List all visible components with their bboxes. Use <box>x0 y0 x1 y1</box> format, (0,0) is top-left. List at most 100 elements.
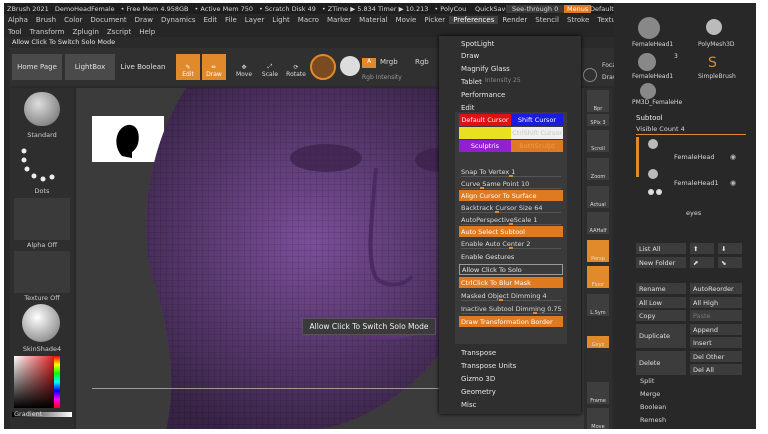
home-page-button[interactable]: Home Page <box>12 54 62 80</box>
scroll-button[interactable]: Scroll <box>587 130 609 152</box>
option-allow-click-to-solo[interactable]: Allow Click To Solo <box>459 264 563 275</box>
femalehead-thumb-icon[interactable] <box>638 17 660 39</box>
split-button[interactable]: Split <box>640 377 654 385</box>
scale-mode-button[interactable]: ⤢ Scale <box>258 54 282 80</box>
texture-slot[interactable] <box>14 251 70 293</box>
option-enable-gestures[interactable]: Enable Gestures <box>459 251 563 262</box>
alt-cursor-color[interactable]: Alt Cursor <box>459 127 511 139</box>
eye-icon-2[interactable]: ◉ <box>730 179 736 187</box>
option-draw-transformation-border[interactable]: Draw Transformation Border <box>459 316 563 327</box>
eye-icon[interactable]: ◉ <box>730 153 736 161</box>
slider-knob[interactable] <box>509 247 513 249</box>
arrow-down-button[interactable]: ⬊ <box>718 257 742 268</box>
bothsculpt-cursor-color[interactable]: BothSculpt <box>511 140 563 152</box>
color-picker[interactable] <box>14 356 54 408</box>
menu-file[interactable]: File <box>221 16 241 24</box>
aahalf-button[interactable]: AAHalf <box>587 212 609 234</box>
focal-icon[interactable] <box>583 68 597 82</box>
move-mode-button[interactable]: ✥ Move <box>232 54 256 80</box>
menu-edit[interactable]: Edit <box>199 16 221 24</box>
option-ctrlclick-to-blur-mask[interactable]: CtrlClick To Blur Mask <box>459 277 563 288</box>
persp-button[interactable]: Persp <box>587 240 609 262</box>
option-inactive-subtool-dimming-0-75[interactable]: Inactive Subtool Dimming 0.75 <box>459 303 563 314</box>
new-folder-button[interactable]: New Folder <box>636 257 686 268</box>
pref-draw[interactable]: Draw <box>439 50 581 61</box>
slider-knob[interactable] <box>509 223 513 225</box>
option-enable-auto-center-2[interactable]: Enable Auto Center 2 <box>459 238 563 249</box>
bpr-button[interactable]: Bpr <box>587 90 609 112</box>
arrow-up-button[interactable]: ⬈ <box>690 257 714 268</box>
visible-count[interactable]: Visible Count 4 <box>636 125 685 133</box>
ctrlshift-cursor-color[interactable]: CtrlShift Cursor <box>511 127 563 139</box>
slider-knob[interactable] <box>480 187 485 189</box>
spix-slider[interactable]: SPix 3 <box>587 114 609 126</box>
option-align-cursor-to-surface[interactable]: Align Cursor To Surface <box>459 190 563 201</box>
del-all-button[interactable]: Del All <box>690 364 742 375</box>
default-cursor-color[interactable]: Default Cursor <box>459 114 511 126</box>
stroke-slot[interactable] <box>14 143 70 185</box>
brush-slot[interactable] <box>14 90 70 128</box>
slider-knob[interactable] <box>509 175 513 177</box>
menu-alpha[interactable]: Alpha <box>4 16 32 24</box>
menu-transform[interactable]: Transform <box>26 28 69 36</box>
zoom-button[interactable]: Zoom <box>587 158 609 180</box>
menu-preferences[interactable]: Preferences <box>449 16 499 24</box>
pref-transpose[interactable]: Transpose <box>439 347 581 358</box>
menu-marker[interactable]: Marker <box>323 16 355 24</box>
gxyz-button[interactable]: Gxyz <box>587 336 609 348</box>
frame-button[interactable]: Frame <box>587 382 609 404</box>
menu-tool[interactable]: Tool <box>4 28 26 36</box>
material-sphere-icon[interactable] <box>310 54 336 80</box>
a-button[interactable]: A <box>362 58 376 68</box>
move-view-button[interactable]: Move <box>587 408 609 429</box>
option-autoperspectivescale-1[interactable]: AutoPerspectiveScale 1 <box>459 214 563 225</box>
menu-zplugin[interactable]: Zplugin <box>68 28 102 36</box>
option-curve-same-point-10[interactable]: Curve Same Point 10 <box>459 178 563 189</box>
live-boolean-button[interactable]: Live Boolean <box>118 54 168 80</box>
pref-magnify-glass[interactable]: Magnify Glass <box>439 63 581 74</box>
actual-button[interactable]: Actual <box>587 186 609 208</box>
edit-mode-button[interactable]: ✎ Edit <box>176 54 200 80</box>
menu-document[interactable]: Document <box>86 16 130 24</box>
menu-material[interactable]: Material <box>355 16 391 24</box>
floor-button[interactable]: Floor <box>587 266 609 288</box>
slider-knob[interactable] <box>494 211 499 213</box>
pref-performance[interactable]: Performance <box>439 89 581 100</box>
autoreorder-button[interactable]: AutoReorder <box>690 283 742 294</box>
menu-stencil[interactable]: Stencil <box>531 16 563 24</box>
femalehead-thumb2-icon[interactable] <box>638 53 656 71</box>
slider-knob[interactable] <box>533 312 537 314</box>
append-button[interactable]: Append <box>690 324 742 335</box>
menu-light[interactable]: Light <box>268 16 293 24</box>
copy-button[interactable]: Copy <box>636 310 686 321</box>
menu-picker[interactable]: Picker <box>420 16 449 24</box>
rotate-mode-button[interactable]: ⟳ Rotate <box>284 54 308 80</box>
boolean-button[interactable]: Boolean <box>640 403 666 411</box>
remesh-button[interactable]: Remesh <box>640 416 666 424</box>
duplicate-button[interactable]: Duplicate <box>636 324 686 348</box>
draw-mode-button[interactable]: ✏ Draw <box>202 54 226 80</box>
paste-button[interactable]: Paste <box>690 310 742 321</box>
shift-cursor-color[interactable]: Shift Cursor <box>511 114 563 126</box>
all-high-button[interactable]: All High <box>690 297 742 308</box>
menu-draw[interactable]: Draw <box>131 16 157 24</box>
femalehead-subtool-icon[interactable] <box>648 139 658 149</box>
pref-geometry[interactable]: Geometry <box>439 386 581 397</box>
lightbox-button[interactable]: LightBox <box>65 54 115 80</box>
pref-spotlight[interactable]: SpotLight <box>439 38 581 49</box>
subtool-eyes[interactable]: eyes <box>686 209 701 217</box>
lsym-button[interactable]: L.Sym <box>587 294 609 316</box>
hue-strip[interactable] <box>54 356 60 408</box>
menu-color[interactable]: Color <box>60 16 86 24</box>
eyes-subtool-icon[interactable] <box>648 189 666 197</box>
menu-help[interactable]: Help <box>135 28 159 36</box>
menu-movie[interactable]: Movie <box>392 16 421 24</box>
pref-transpose-units[interactable]: Transpose Units <box>439 360 581 371</box>
option-auto-select-subtool[interactable]: Auto Select Subtool <box>459 226 563 237</box>
visible-count-slider[interactable] <box>636 134 746 135</box>
color-sphere-icon[interactable] <box>340 56 360 76</box>
delete-button[interactable]: Delete <box>636 351 686 375</box>
list-all-button[interactable]: List All <box>636 243 686 254</box>
pref-gizmo-3d[interactable]: Gizmo 3D <box>439 373 581 384</box>
menu-render[interactable]: Render <box>498 16 531 24</box>
